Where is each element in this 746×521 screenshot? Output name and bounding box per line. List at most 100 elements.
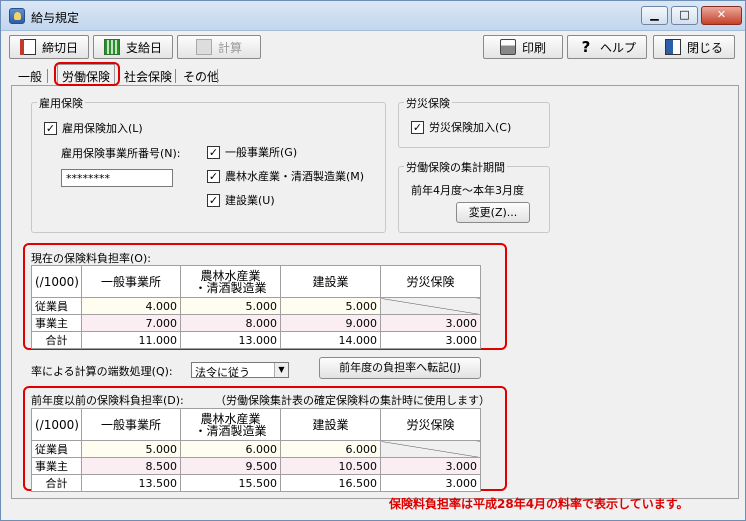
general-office-checkbox[interactable]: ✓ 一般事業所(G) [207,144,297,160]
total-cell: 13.000 [180,331,281,349]
total-cell: 13.500 [81,474,181,492]
change-period-button[interactable]: 変更(Z)... [456,202,530,223]
rate-cell[interactable]: 5.000 [180,297,281,315]
rosai-join-label: 労災保険加入(C) [429,121,512,134]
row-label: 合計 [31,474,82,492]
rate-cell[interactable]: 5.000 [280,297,381,315]
close-label: 閉じる [686,40,723,55]
maximize-button[interactable]: □ [671,6,698,25]
main-window: 給与規定 ▁ □ ✕ 締切日 支給日 計算 印刷 ? ヘルプ 閉じる 一般 労働… [0,0,746,521]
tab-social-insurance[interactable]: 社会保険 [120,67,176,85]
grid-icon [103,39,120,55]
calculator-icon [195,39,212,55]
construct-label: 建設業(U) [225,194,275,207]
previous-rates-note: （労働保険集計表の確定保険料の集計時に使用します） [215,394,490,407]
total-cell: 3.000 [380,331,481,349]
dropdown-arrow-icon[interactable]: ▼ [274,363,288,377]
transfer-button[interactable]: 前年度の負担率へ転記(J) [319,357,481,379]
keisan-label: 計算 [217,40,242,55]
employment-join-checkbox[interactable]: ✓ 雇用保険加入(L) [44,120,143,136]
checkmark-icon: ✓ [207,169,220,183]
office-no-label: 雇用保険事業所番号(N): [61,147,181,160]
checkmark-icon: ✓ [44,121,57,135]
current-rates-title: 現在の保険料負担率(O): [31,252,151,265]
tab-divider [175,69,176,83]
rate-cell[interactable]: 8.500 [81,457,181,475]
shime-button[interactable]: 締切日 [9,35,89,59]
unit-header: (/1000) [31,265,82,298]
period-title: 労働保険の集計期間 [404,159,507,175]
checkmark-icon: ✓ [207,193,220,207]
total-cell: 14.000 [280,331,381,349]
previous-rates-title: 前年度以前の保険料負担率(D): [31,394,184,407]
checkmark-icon: ✓ [411,120,424,134]
table-row: 従業員 4.000 5.000 5.000 [31,297,481,315]
rate-cell[interactable]: 8.000 [180,314,281,332]
title-bar: 給与規定 ▁ □ ✕ [1,1,745,31]
row-label: 従業員 [31,297,82,315]
row-label: 事業主 [31,314,82,332]
current-rates-table: (/1000) 一般事業所 農林水産業 ・清酒製造業 建設業 労災保険 従業員 … [31,265,481,349]
construct-checkbox[interactable]: ✓ 建設業(U) [207,192,275,208]
close-door-icon [664,39,681,55]
shikyu-button[interactable]: 支給日 [93,35,173,59]
rate-cell[interactable]: 9.500 [180,457,281,475]
agri-header: 農林水産業 ・清酒製造業 [180,265,281,298]
general-header: 一般事業所 [81,265,181,298]
rate-cell[interactable]: 6.000 [180,440,281,458]
close-window-button[interactable]: ✕ [701,6,742,25]
rounding-select[interactable]: 法令に従う ▼ [191,362,289,379]
table-header-row: (/1000) 一般事業所 農林水産業 ・清酒製造業 建設業 労災保険 [31,265,481,298]
agri-header: 農林水産業 ・清酒製造業 [180,408,281,441]
period-value: 前年4月度～本年3月度 [411,184,524,197]
rosai-header: 労災保険 [380,408,481,441]
table-row: 従業員 5.000 6.000 6.000 [31,440,481,458]
tab-divider [47,69,48,83]
office-no-input[interactable]: ******** [61,169,173,187]
total-cell: 16.500 [280,474,381,492]
rosai-join-checkbox[interactable]: ✓ 労災保険加入(C) [411,119,511,135]
rosai-title: 労災保険 [404,95,452,111]
help-button[interactable]: ? ヘルプ [567,35,647,59]
general-office-label: 一般事業所(G) [225,146,298,159]
employment-insurance-title: 雇用保険 [37,95,85,111]
rate-cell[interactable]: 5.000 [81,440,181,458]
highlight-tab [54,62,120,86]
diagonal-cell [380,297,481,315]
agri-header-text: 農林水産業 ・清酒製造業 [194,411,267,438]
printer-icon [499,39,516,55]
table-row: 事業主 7.000 8.000 9.000 3.000 [31,314,481,332]
rate-cell[interactable]: 3.000 [380,457,481,475]
rate-cell[interactable]: 4.000 [81,297,181,315]
rate-cell[interactable]: 6.000 [280,440,381,458]
rate-cell[interactable]: 3.000 [380,314,481,332]
row-label: 合計 [31,331,82,349]
row-label: 従業員 [31,440,82,458]
row-label: 事業主 [31,457,82,475]
total-cell: 11.000 [81,331,181,349]
help-label: ヘルプ [599,40,636,55]
total-cell: 3.000 [380,474,481,492]
rate-cell[interactable]: 7.000 [81,314,181,332]
rate-cell[interactable]: 9.000 [280,314,381,332]
keisan-button[interactable]: 計算 [177,35,261,59]
total-cell: 15.500 [180,474,281,492]
minimize-button[interactable]: ▁ [641,6,668,25]
rate-cell[interactable]: 10.500 [280,457,381,475]
shikyu-label: 支給日 [125,40,162,55]
window-title: 給与規定 [31,11,80,25]
agri-label: 農林水産業・清酒製造業(M) [225,170,365,183]
tab-general[interactable]: 一般 [14,67,46,85]
previous-rates-table: (/1000) 一般事業所 農林水産業 ・清酒製造業 建設業 労災保険 従業員 … [31,408,481,492]
footnote: 保険料負担率は平成28年4月の料率で表示しています。 [389,497,689,511]
print-button[interactable]: 印刷 [483,35,563,59]
calendar-icon [19,39,36,55]
agri-checkbox[interactable]: ✓ 農林水産業・清酒製造業(M) [207,168,364,184]
employment-join-label: 雇用保険加入(L) [62,122,143,135]
rounding-value: 法令に従う [195,366,250,379]
checkmark-icon: ✓ [207,145,220,159]
table-row: 合計 11.000 13.000 14.000 3.000 [31,331,481,349]
diagonal-cell [380,440,481,458]
app-icon [9,8,25,24]
close-button[interactable]: 閉じる [653,35,735,59]
